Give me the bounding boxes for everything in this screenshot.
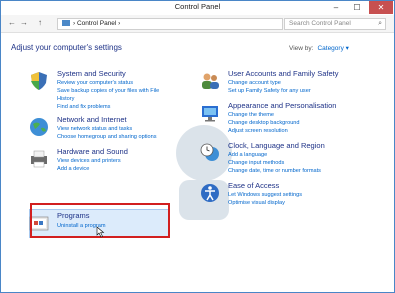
monitor-icon <box>202 106 218 122</box>
category-title[interactable]: User Accounts and Family Safety <box>228 69 338 78</box>
category-title[interactable]: Hardware and Sound <box>57 147 128 156</box>
link-history[interactable]: History <box>57 96 74 102</box>
cursor-hand-icon <box>96 226 105 238</box>
printer-icon <box>31 150 47 168</box>
search-input[interactable]: Search Control Panel ⌕ <box>284 18 386 30</box>
up-arrow-icon[interactable]: ↑ <box>35 18 45 28</box>
address-bar-row: ← → ↑ › Control Panel › Search Control P… <box>1 15 394 33</box>
link-change-theme[interactable]: Change the theme <box>228 112 274 118</box>
link-screen-resolution[interactable]: Adjust screen resolution <box>228 128 288 134</box>
link-view-devices[interactable]: View devices and printers <box>57 158 121 164</box>
network-globe-icon <box>30 118 48 136</box>
view-by-label: View by: <box>289 45 314 52</box>
link-optimise-display[interactable]: Optimise visual display <box>228 200 285 206</box>
close-button[interactable]: ✕ <box>369 1 393 14</box>
minimize-button[interactable]: – <box>327 1 345 14</box>
link-save-backup[interactable]: Save backup copies of your files with Fi… <box>57 88 159 94</box>
category-title[interactable]: Appearance and Personalisation <box>228 101 336 110</box>
users-icon <box>202 73 219 89</box>
link-network-status[interactable]: View network status and tasks <box>57 126 132 132</box>
link-review-status[interactable]: Review your computer's status <box>57 80 133 86</box>
back-arrow-icon[interactable]: ← <box>7 18 17 28</box>
category-title[interactable]: Clock, Language and Region <box>228 141 325 150</box>
link-homegroup[interactable]: Choose homegroup and sharing options <box>57 134 157 140</box>
ease-of-access-icon <box>201 184 219 202</box>
forward-arrow-icon[interactable]: → <box>19 18 29 28</box>
search-icon[interactable]: ⌕ <box>378 19 382 29</box>
clock-globe-icon <box>200 143 219 161</box>
address-field[interactable]: › Control Panel › <box>57 18 283 30</box>
link-desktop-background[interactable]: Change desktop background <box>228 120 300 126</box>
link-find-fix[interactable]: Find and fix problems <box>57 104 110 110</box>
main-content: Adjust your computer's settings View by:… <box>1 33 394 292</box>
link-input-methods[interactable]: Change input methods <box>228 160 284 166</box>
title-bar: Control Panel – ☐ ✕ <box>1 1 394 15</box>
category-title[interactable]: System and Security <box>57 69 126 78</box>
link-add-language[interactable]: Add a language <box>228 152 267 158</box>
shield-icon <box>31 72 47 90</box>
maximize-button[interactable]: ☐ <box>348 1 366 14</box>
category-title[interactable]: Network and Internet <box>57 115 127 124</box>
link-date-time-formats[interactable]: Change date, time or number formats <box>228 168 321 174</box>
link-add-device[interactable]: Add a device <box>57 166 89 172</box>
view-by: View by: Category ▾ <box>289 44 349 52</box>
control-panel-icon <box>62 20 70 27</box>
category-title[interactable]: Ease of Access <box>228 181 279 190</box>
breadcrumb: › Control Panel › <box>73 20 121 27</box>
page-title: Adjust your computer's settings <box>11 43 122 52</box>
link-change-account-type[interactable]: Change account type <box>228 80 281 86</box>
search-placeholder: Search Control Panel <box>289 20 351 27</box>
link-windows-suggest[interactable]: Let Windows suggest settings <box>228 192 302 198</box>
view-by-dropdown[interactable]: Category ▾ <box>317 45 348 52</box>
control-panel-window: Control Panel – ☐ ✕ ← → ↑ › Control Pane… <box>0 0 395 293</box>
link-family-safety[interactable]: Set up Family Safety for any user <box>228 88 311 94</box>
